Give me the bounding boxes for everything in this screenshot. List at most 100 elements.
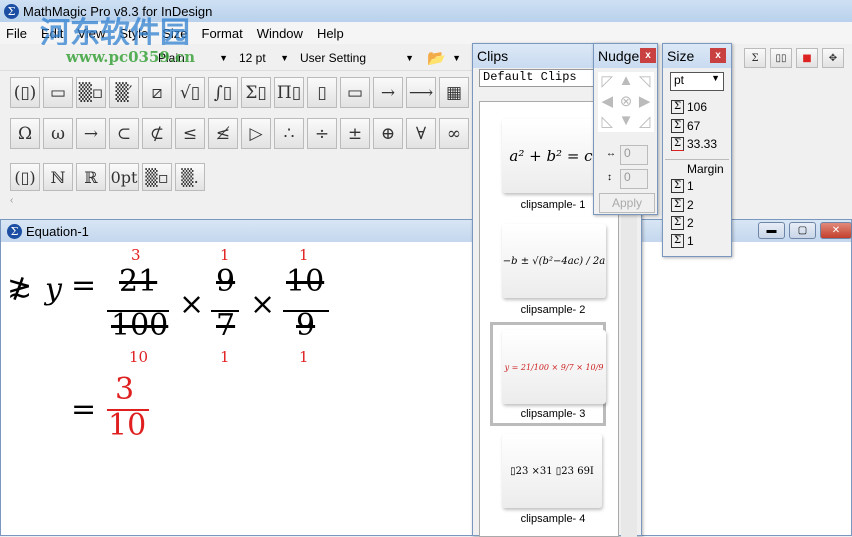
menu-file[interactable]: File [0, 26, 35, 41]
margin-top[interactable]: 1 [687, 179, 694, 193]
vertical-arrow-icon: ↕ [607, 172, 612, 183]
size-panel: Size x pt ▼ Σ 106 Σ 67 Σ 33.33 Margin Σ1 Σ2 … [662, 43, 732, 257]
size-select[interactable]: 12 pt ▼ [236, 48, 292, 68]
palette-row1-button[interactable]: ▭ [43, 77, 73, 108]
unit-select[interactable]: pt ▼ [670, 72, 724, 91]
setting-select[interactable]: User Setting ▼ [297, 48, 417, 68]
close-icon[interactable]: x [640, 48, 656, 63]
palette-row2-button[interactable]: ≤ [175, 118, 205, 149]
color-icon[interactable]: ■ [796, 48, 818, 68]
close-button[interactable]: ✕ [820, 222, 852, 239]
divider [665, 159, 729, 160]
maximize-button[interactable]: ▢ [789, 222, 816, 239]
nudge-down-icon[interactable]: ▼ [617, 112, 636, 132]
palette-row3-button[interactable]: ▒. [175, 163, 205, 191]
palette-row1-button[interactable]: ▦ [439, 77, 469, 108]
nudge-v-input[interactable]: 0 [620, 169, 648, 189]
panels-icon[interactable]: ▯▯ [770, 48, 792, 68]
nudge-down-left-icon[interactable]: ◺ [598, 112, 617, 132]
palette-row2-button[interactable]: ⊂ [109, 118, 139, 149]
palette-row3-button[interactable]: ℕ [43, 163, 73, 191]
nudge-right-icon[interactable]: ▶ [635, 92, 654, 112]
nudge-panel: Nudge x ◸ ▲ ◹ ◀ ⊗ ▶ ◺ ▼ ◿ ↔ 0 ↕ 0 Apply [593, 43, 658, 215]
palette-row3-button[interactable]: (▯) [10, 163, 40, 191]
palette-row1-button[interactable]: Π▯ [274, 77, 304, 108]
clip-thumbnail[interactable]: y = 21/100 × 9/7 × 10/9 [502, 330, 606, 404]
nudge-up-right-icon[interactable]: ◹ [635, 72, 654, 92]
chevron-down-icon: ▼ [280, 53, 289, 63]
margin-top-icon: Σ [671, 179, 684, 193]
nudge-up-left-icon[interactable]: ◸ [598, 72, 617, 92]
horizontal-arrow-icon: ↔ [606, 148, 616, 159]
equation-icon: Σ [7, 223, 22, 239]
height-icon: Σ [671, 119, 684, 133]
unit-value: pt [674, 73, 685, 87]
scroll-left-icon[interactable]: ‹ [10, 195, 13, 206]
palette-row3-button[interactable]: 0pt [109, 163, 139, 191]
palette-row2-button[interactable]: ω [43, 118, 73, 149]
clip-thumbnail[interactable]: −b ± √(b²−4ac) / 2a [502, 224, 606, 298]
math-symbol: ≵ [7, 270, 33, 305]
baseline-value: 33.33 [687, 137, 718, 151]
width-icon: Σ [671, 100, 684, 114]
height-value: 67 [687, 119, 701, 133]
palette-row2-button[interactable]: ∀ [406, 118, 436, 149]
palette-row1-button[interactable]: ▒′ [109, 77, 139, 108]
palette-row1-button[interactable]: ▭ [340, 77, 370, 108]
margin-label: Margin [687, 162, 724, 176]
palette-row1-button[interactable]: Σ▯ [241, 77, 271, 108]
palette-row1-button[interactable]: ⧄ [142, 77, 172, 108]
palette-row1-button[interactable]: ⟶ [406, 77, 436, 108]
clip-label: clipsample- 2 [520, 304, 586, 316]
palette-row2-button[interactable]: ± [340, 118, 370, 149]
margin-left[interactable]: 2 [687, 198, 694, 212]
palette-row2-button[interactable]: ≰ [208, 118, 238, 149]
palette-row1-button[interactable]: ▒▫ [76, 77, 106, 108]
palette-row1-button[interactable]: ▯ [307, 77, 337, 108]
nudge-reset-icon[interactable]: ⊗ [617, 92, 636, 112]
minimize-button[interactable]: ▬ [758, 222, 785, 239]
clip-thumbnail[interactable]: ▯23 ×31 ▯23 69I [502, 434, 602, 508]
numerator: 10 [286, 264, 325, 299]
palette-row2-button[interactable]: → [76, 118, 106, 149]
palette-row3-button[interactable]: ℝ [76, 163, 106, 191]
palette-row3-button[interactable]: ▒▫ [142, 163, 172, 191]
chevron-down-icon: ▼ [452, 53, 461, 63]
menu-help[interactable]: Help [311, 26, 352, 41]
palette-row2-button[interactable]: Ω [10, 118, 40, 149]
nudge-h-input[interactable]: 0 [620, 145, 648, 165]
size-value: 12 pt [239, 51, 266, 65]
margin-right[interactable]: 2 [687, 216, 694, 230]
palette-row1-button[interactable]: → [373, 77, 403, 108]
palette-row2-button[interactable]: ⊄ [142, 118, 172, 149]
menu-window[interactable]: Window [251, 26, 311, 41]
apply-button[interactable]: Apply [599, 193, 655, 213]
sigma-view-icon[interactable]: Σ [744, 48, 766, 68]
palette-row1-button[interactable]: ∫▯ [208, 77, 238, 108]
cancel-den: 10 [129, 348, 149, 366]
math-var: y [45, 272, 62, 307]
menu-format[interactable]: Format [196, 26, 251, 41]
setting-value: User Setting [300, 51, 367, 65]
watermark-url: www.pc0359.cn [66, 48, 196, 66]
nudge-up-icon[interactable]: ▲ [617, 72, 636, 92]
clip-thumbnail[interactable]: a² + b² = c² [502, 119, 606, 193]
move-icon[interactable]: ✥ [822, 48, 844, 68]
open-folder-button[interactable]: 📂 ▼ [424, 48, 464, 68]
palette-row2-button[interactable]: ∴ [274, 118, 304, 149]
symbol-palette: Ωω → ⊂ ⊄ ≤ ≰ ▷ ∴ ÷ ± ⊕ ∀ ∞ [10, 118, 469, 149]
palette-row2-button[interactable]: ÷ [307, 118, 337, 149]
cancel-num: 3 [131, 246, 141, 264]
palette-row2-button[interactable]: ▷ [241, 118, 271, 149]
palette-row2-button[interactable]: ⊕ [373, 118, 403, 149]
nudge-down-right-icon[interactable]: ◿ [635, 112, 654, 132]
palette-row1-button[interactable]: √▯ [175, 77, 205, 108]
margin-bottom[interactable]: 1 [687, 234, 694, 248]
times: × [179, 287, 205, 322]
equation-window: Σ Equation-1 ▬ ▢ ✕ ≵ y = 3 21 100 10 × 1 … [0, 219, 852, 536]
palette-row1-button[interactable]: (▯) [10, 77, 40, 108]
close-icon[interactable]: x [710, 48, 726, 63]
palette-row2-button[interactable]: ∞ [439, 118, 469, 149]
nudge-left-icon[interactable]: ◀ [598, 92, 617, 112]
margin-bottom-icon: Σ [671, 234, 684, 248]
